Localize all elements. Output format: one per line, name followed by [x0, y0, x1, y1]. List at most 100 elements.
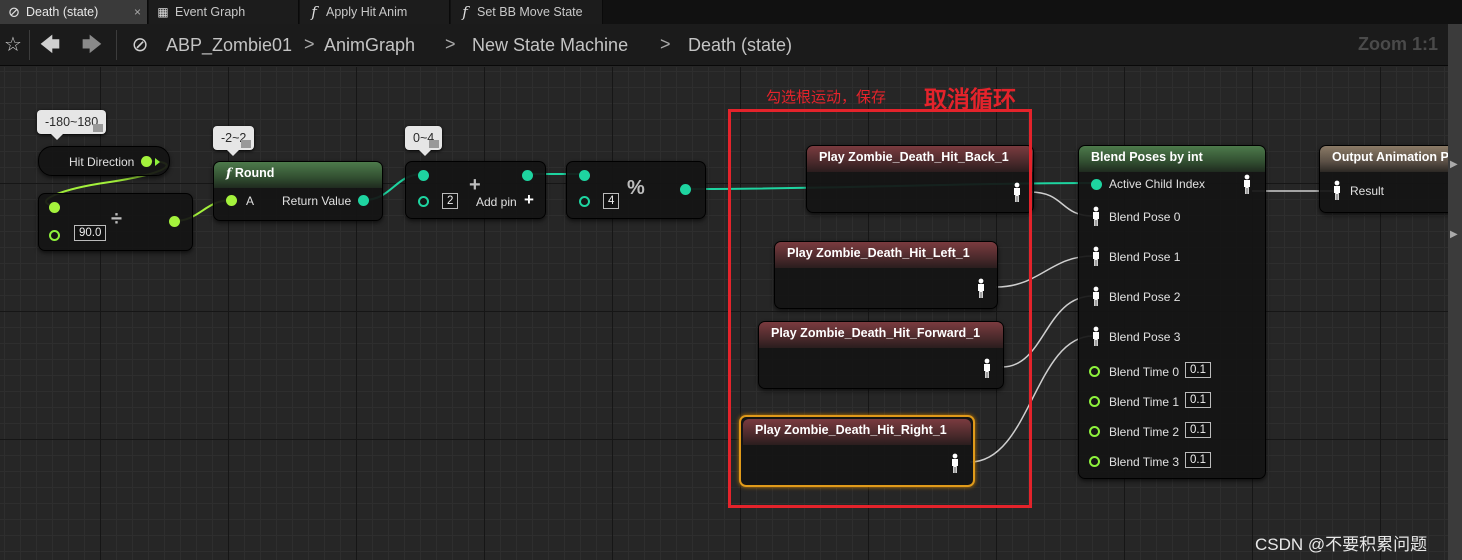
comment-icon — [93, 124, 104, 132]
input-pin[interactable] — [418, 196, 429, 207]
annotation-box — [728, 109, 1032, 508]
function-icon: f — [462, 3, 468, 21]
breadcrumb-bar: ☆ 🡄 🡆 ⊘ ABP_Zombie01 > AnimGraph > New S… — [0, 24, 1448, 66]
pin-arrow — [155, 158, 160, 166]
node-header: Blend Poses by int — [1079, 146, 1265, 172]
forward-arrow-icon[interactable]: 🡆 — [79, 32, 105, 58]
divide-operator: ÷ — [111, 208, 122, 230]
node-title: Output Animation Pose — [1332, 150, 1448, 164]
breadcrumb-separator: > — [445, 34, 456, 54]
pin-label: A — [246, 194, 255, 208]
graph-canvas[interactable]: -180~180 -2~2 0~4 Hit Direction 90.0 ÷ f… — [0, 67, 1448, 560]
pose-figure-icon[interactable] — [1242, 174, 1252, 194]
comment-bubble[interactable]: -2~2 — [213, 126, 255, 156]
round-node[interactable]: f Round A Return Value — [213, 161, 383, 221]
state-icon: ⊘ — [7, 3, 21, 21]
comment-bubble[interactable]: -180~180 — [37, 110, 107, 140]
chevron-right-icon[interactable]: ▶ — [1450, 229, 1458, 240]
tab-event-graph[interactable]: ▦ Event Graph — [149, 0, 299, 24]
pose-figure-icon[interactable] — [1091, 326, 1101, 346]
value-box[interactable]: 0.1 — [1185, 362, 1211, 378]
breadcrumb-item[interactable]: ABP_Zombie01 — [166, 35, 292, 56]
output-pin[interactable] — [358, 195, 369, 206]
pin-label: Active Child Index — [1109, 177, 1206, 191]
pin-label: Blend Pose 1 — [1109, 250, 1181, 264]
pin-label: Blend Time 3 — [1109, 455, 1180, 469]
tab-bar: ⊘ Death (state) × ▦ Event Graph f Apply … — [0, 0, 1462, 24]
pin-label: Blend Pose 0 — [1109, 210, 1181, 224]
breadcrumb-item[interactable]: Death (state) — [688, 35, 792, 56]
pose-figure-icon[interactable] — [1332, 180, 1342, 200]
input-pin[interactable] — [418, 170, 429, 181]
node-title: Round — [234, 166, 275, 180]
input-pin[interactable] — [1089, 396, 1100, 407]
close-icon[interactable]: × — [134, 0, 141, 24]
node-header: f Round — [214, 162, 382, 188]
pin-label: Blend Pose 2 — [1109, 290, 1181, 304]
pin-label: Return Value — [282, 194, 352, 208]
input-pin[interactable] — [579, 170, 590, 181]
scrollbar[interactable]: ▶ ▶ — [1448, 24, 1462, 560]
breadcrumb-separator: > — [660, 34, 671, 54]
input-pin[interactable] — [1089, 456, 1100, 467]
function-icon: f — [311, 3, 317, 21]
comment-icon — [429, 140, 440, 148]
pin-label: Blend Time 0 — [1109, 365, 1180, 379]
input-pin[interactable] — [49, 230, 60, 241]
chevron-right-icon[interactable]: ▶ — [1450, 159, 1458, 170]
value-box[interactable]: 4 — [603, 193, 620, 209]
value-box[interactable]: 90.0 — [74, 225, 107, 241]
divider — [29, 30, 30, 60]
output-pin[interactable] — [169, 216, 180, 227]
value-box[interactable]: 2 — [442, 193, 459, 209]
pin-label: Blend Time 1 — [1109, 395, 1180, 409]
input-pin[interactable] — [1089, 426, 1100, 437]
watermark: CSDN @不要积累问题 — [1255, 535, 1428, 554]
value-box[interactable]: 0.1 — [1185, 422, 1211, 438]
function-icon: f — [226, 165, 232, 180]
annotation-text: 勾选根运动，保存 — [766, 89, 887, 106]
zoom-level: Zoom 1:1 — [1357, 34, 1438, 54]
input-pin[interactable] — [579, 196, 590, 207]
output-pose-node[interactable]: Output Animation Pose Result — [1319, 145, 1448, 213]
input-pin[interactable] — [1091, 179, 1102, 190]
tab-label: Event Graph — [175, 5, 246, 19]
tab-apply-hit-anim[interactable]: f Apply Hit Anim — [300, 0, 450, 24]
breadcrumb-item[interactable]: AnimGraph — [324, 35, 415, 56]
divider — [116, 30, 117, 60]
pose-figure-icon[interactable] — [1091, 286, 1101, 306]
comment-icon — [241, 140, 252, 148]
plus-icon[interactable]: + — [524, 190, 534, 210]
node-title: Blend Poses by int — [1091, 150, 1203, 164]
state-icon: ⊘ — [131, 34, 149, 56]
value-box[interactable]: 0.1 — [1185, 452, 1211, 468]
back-arrow-icon[interactable]: 🡄 — [37, 32, 63, 58]
annotation-text-emphasis: 取消循环 — [924, 86, 1016, 112]
breadcrumb-item[interactable]: New State Machine — [472, 35, 628, 56]
tab-death-state[interactable]: ⊘ Death (state) × — [0, 0, 148, 24]
output-pin[interactable] — [680, 184, 691, 195]
blend-poses-node[interactable]: Blend Poses by int Active Child Index Bl… — [1078, 145, 1266, 479]
value-box[interactable]: 0.1 — [1185, 392, 1211, 408]
output-pin[interactable] — [141, 156, 152, 167]
pose-figure-icon[interactable] — [1091, 206, 1101, 226]
divide-node[interactable]: 90.0 ÷ — [38, 193, 193, 251]
pin-label: Blend Time 2 — [1109, 425, 1180, 439]
tab-label: Set BB Move State — [477, 5, 583, 19]
input-pin[interactable] — [1089, 366, 1100, 377]
tab-label: Apply Hit Anim — [326, 5, 408, 19]
modulo-node[interactable]: 4 % — [566, 161, 706, 219]
add-operator: + — [469, 174, 481, 196]
input-pin[interactable] — [49, 202, 60, 213]
star-icon[interactable]: ☆ — [0, 32, 26, 58]
output-pin[interactable] — [522, 170, 533, 181]
tab-set-bb-move-state[interactable]: f Set BB Move State — [451, 0, 603, 24]
comment-bubble[interactable]: 0~4 — [405, 126, 443, 156]
add-node[interactable]: 2 + Add pin + — [405, 161, 546, 219]
pose-figure-icon[interactable] — [1091, 246, 1101, 266]
pin-label: Blend Pose 3 — [1109, 330, 1181, 344]
add-pin-label[interactable]: Add pin — [476, 195, 517, 209]
hit-direction-node[interactable]: Hit Direction — [38, 146, 170, 176]
tab-label: Death (state) — [26, 5, 99, 19]
input-pin[interactable] — [226, 195, 237, 206]
